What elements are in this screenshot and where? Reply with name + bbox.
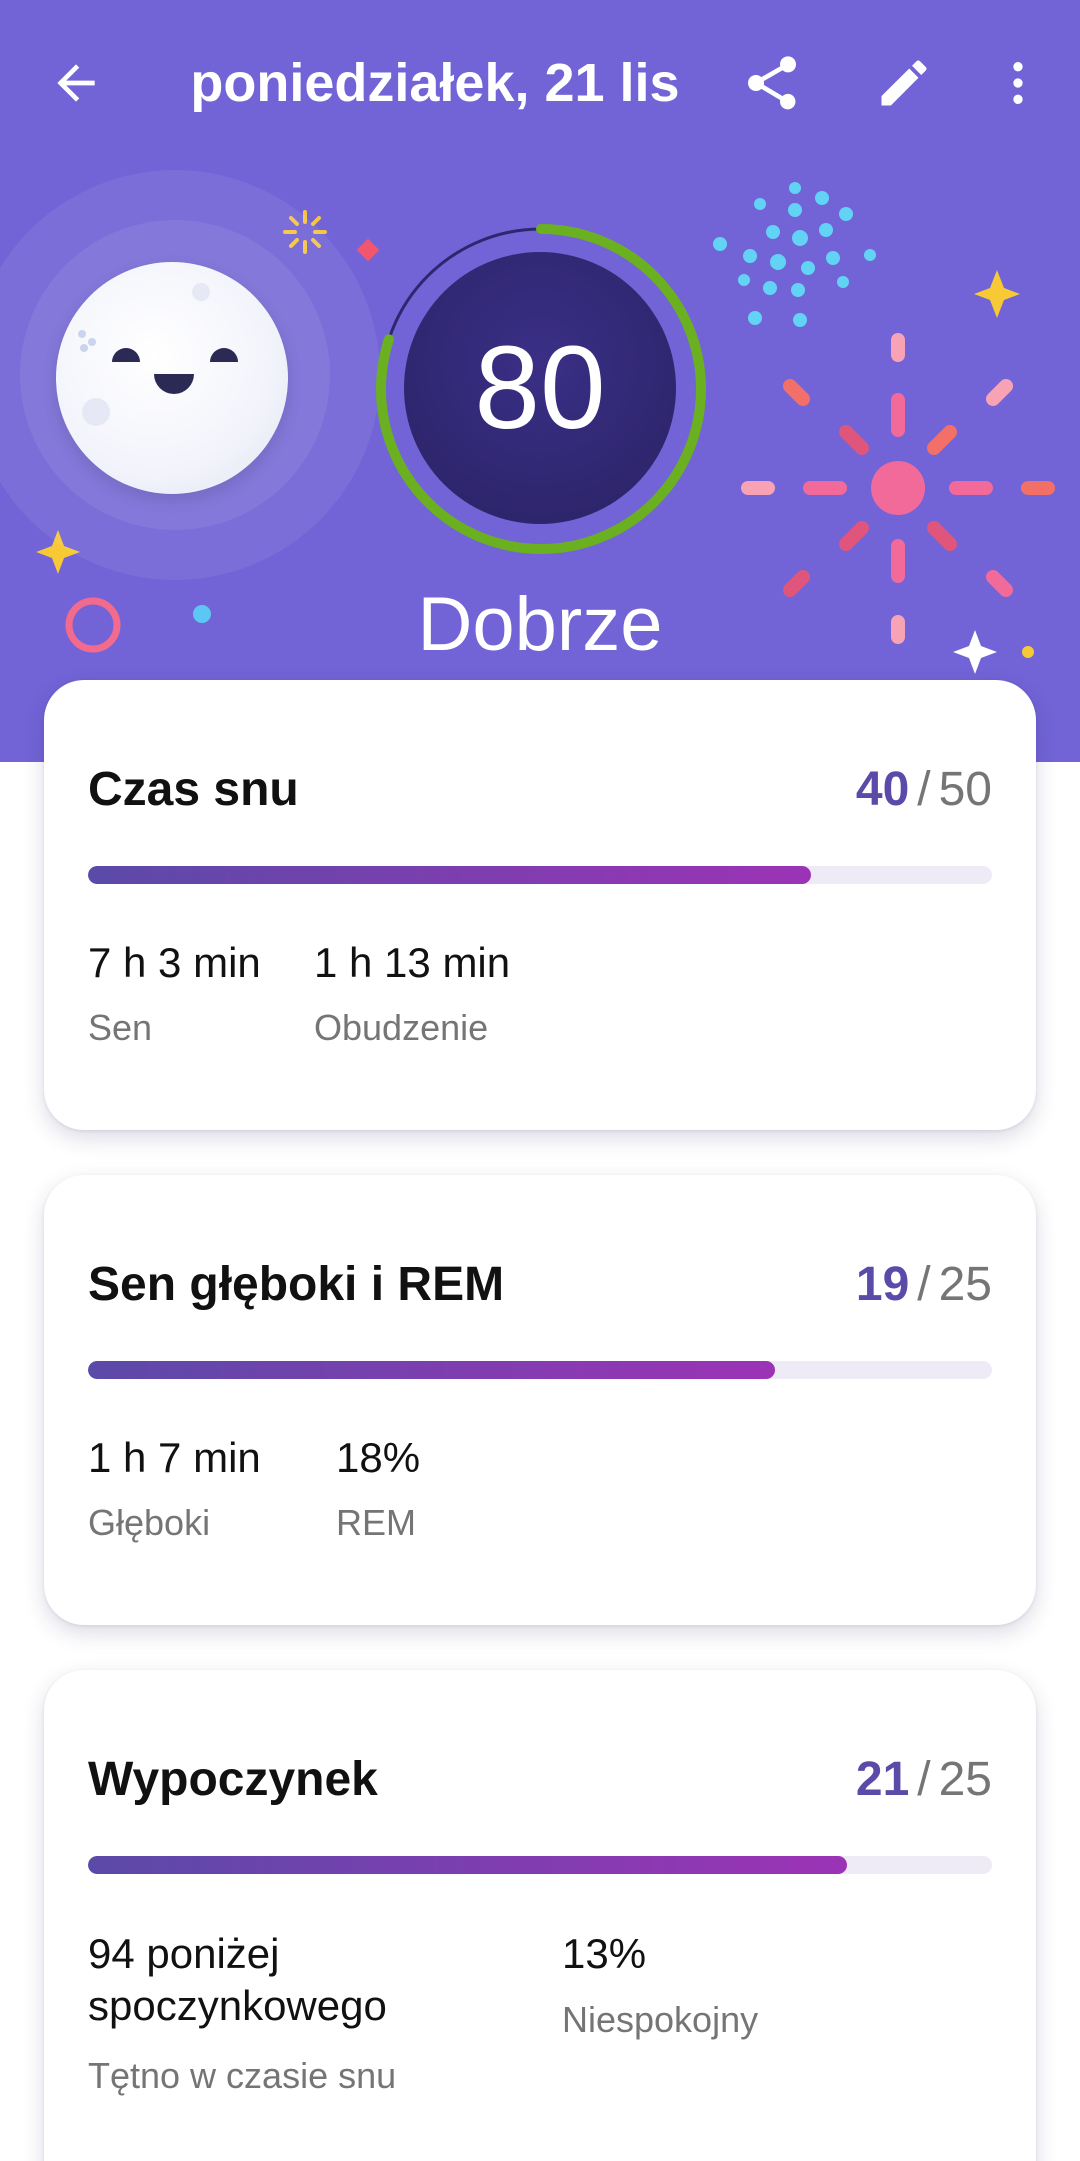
progress-bar — [88, 1856, 992, 1874]
progress-bar-fill — [88, 1856, 848, 1874]
stat-label: Głęboki — [88, 1502, 211, 1543]
card-title: Wypoczynek — [88, 1753, 378, 1806]
pencil-icon — [881, 60, 927, 106]
stat-sleeping-heart-rate: 94 poniżej spoczynkowego Tętno w czasie … — [88, 1928, 396, 2098]
score-circle: 80 — [404, 252, 676, 524]
stat-label: Obudzenie — [314, 1007, 489, 1048]
stat-awake: 1 h 13 min Obudzenie — [314, 938, 510, 1050]
stat-sleep: 7 h 3 min Sen — [88, 938, 261, 1050]
stat-value: 18% — [336, 1434, 421, 1481]
progress-bar — [88, 866, 992, 884]
share-button[interactable] — [736, 47, 808, 119]
stat-label: Tętno w czasie snu — [88, 2055, 397, 2096]
stat-value: 7 h 3 min — [88, 939, 261, 986]
back-button[interactable] — [40, 47, 112, 119]
dots-burst-icon — [713, 182, 876, 327]
stat-restless: 13% Niespokojny — [562, 1928, 758, 2042]
sleep-score-header: poniedziałek, 21 lis 80 Dobrze — [0, 0, 1080, 762]
stat-value: 1 h 7 min — [88, 1434, 261, 1481]
edit-button[interactable] — [868, 47, 940, 119]
card-score: 19/25 — [855, 1258, 992, 1311]
stat-rem: 18% REM — [336, 1433, 420, 1545]
card-score-max: 25 — [938, 1753, 992, 1806]
card-score: 21/25 — [855, 1753, 992, 1806]
card-title: Czas snu — [88, 763, 299, 816]
card-score: 40/50 — [855, 763, 992, 816]
card-score-value: 19 — [855, 1258, 910, 1311]
arrow-back-icon — [57, 64, 95, 102]
more-options-button[interactable] — [982, 47, 1054, 119]
stat-label: Niespokojny — [562, 1999, 759, 2040]
share-icon — [748, 56, 796, 110]
progress-bar-fill — [88, 866, 812, 884]
sleep-score-value: 80 — [474, 322, 606, 454]
app-bar: poniedziałek, 21 lis — [0, 0, 1080, 165]
stat-deep: 1 h 7 min Głęboki — [88, 1433, 261, 1545]
stat-label: Sen — [88, 1007, 153, 1048]
deep-rem-sleep-card[interactable]: Sen głęboki i REM 19/25 1 h 7 min Głębok… — [44, 1175, 1036, 1625]
card-score-value: 40 — [855, 763, 910, 816]
more-vert-icon — [1013, 62, 1023, 104]
moon-mascot-icon — [56, 262, 288, 494]
card-title: Sen głęboki i REM — [88, 1258, 505, 1311]
sleep-duration-card[interactable]: Czas snu 40/50 7 h 3 min Sen 1 h 13 min … — [44, 680, 1036, 1130]
card-score-max: 25 — [938, 1258, 992, 1311]
page-title: poniedziałek, 21 lis — [190, 53, 680, 113]
stat-label: REM — [336, 1502, 416, 1543]
stat-value: 1 h 13 min — [314, 939, 511, 986]
sleep-rating-label: Dobrze — [417, 582, 663, 667]
restoration-card[interactable]: Wypoczynek 21/25 94 poniżej spoczynkoweg… — [44, 1670, 1036, 2161]
progress-bar — [88, 1361, 992, 1379]
stat-value-line2: spoczynkowego — [88, 1982, 387, 2029]
stat-value: 13% — [562, 1930, 647, 1977]
progress-bar-fill — [88, 1361, 776, 1379]
stat-value-line1: 94 poniżej — [88, 1930, 280, 1977]
card-score-max: 50 — [938, 763, 992, 816]
card-score-value: 21 — [855, 1753, 910, 1806]
firework-icon — [741, 333, 1055, 644]
